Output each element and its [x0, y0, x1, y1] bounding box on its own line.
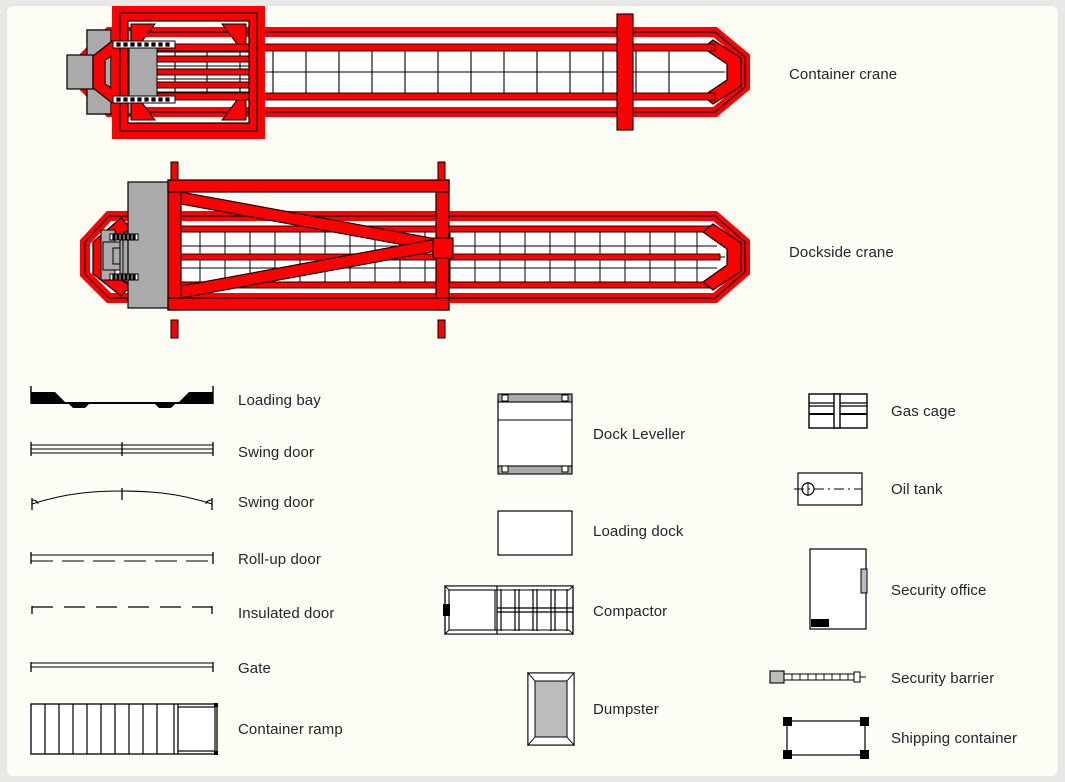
gate-symbol[interactable] [29, 658, 215, 674]
security-barrier-symbol[interactable] [769, 668, 869, 686]
container-ramp-symbol[interactable] [29, 702, 219, 758]
compactor-symbol[interactable] [443, 584, 575, 636]
insulated-door-symbol[interactable] [29, 602, 215, 618]
swing-door-double-symbol[interactable] [29, 440, 215, 460]
container-crane-symbol[interactable] [25, 6, 760, 139]
compactor-label: Compactor [593, 603, 668, 620]
security-office-label: Security office [891, 582, 987, 599]
roll-up-door-symbol[interactable] [29, 550, 215, 566]
loading-dock-label: Loading dock [593, 523, 684, 540]
security-office-symbol[interactable] [808, 547, 868, 631]
swing-door-2-label: Swing door [238, 494, 315, 511]
dumpster-label: Dumpster [593, 701, 659, 718]
gate-label: Gate [238, 660, 271, 677]
loading-bay-symbol[interactable] [29, 384, 215, 410]
container-crane-label: Container crane [789, 66, 898, 83]
oil-tank-label: Oil tank [891, 481, 943, 498]
shipping-container-label: Shipping container [891, 730, 1018, 747]
dockside-crane-label: Dockside crane [789, 244, 894, 261]
loading-dock-symbol[interactable] [496, 509, 576, 557]
insulated-door-label: Insulated door [238, 605, 335, 622]
oil-tank-symbol[interactable] [794, 471, 866, 507]
security-barrier-label: Security barrier [891, 670, 995, 687]
dumpster-symbol[interactable] [526, 671, 576, 747]
swing-door-arc-symbol[interactable] [29, 488, 215, 512]
dock-leveller-label: Dock Leveller [593, 426, 686, 443]
shipping-container-symbol[interactable] [783, 717, 869, 759]
diagram-canvas: Container crane Dockside crane Loading b… [7, 6, 1058, 776]
container-ramp-label: Container ramp [238, 721, 343, 738]
gas-cage-symbol[interactable] [807, 392, 869, 430]
dockside-crane-symbol[interactable] [25, 154, 760, 346]
dock-leveller-symbol[interactable] [496, 392, 576, 476]
loading-bay-label: Loading bay [238, 392, 321, 409]
gas-cage-label: Gas cage [891, 403, 957, 420]
roll-up-door-label: Roll-up door [238, 551, 321, 568]
swing-door-1-label: Swing door [238, 444, 315, 461]
